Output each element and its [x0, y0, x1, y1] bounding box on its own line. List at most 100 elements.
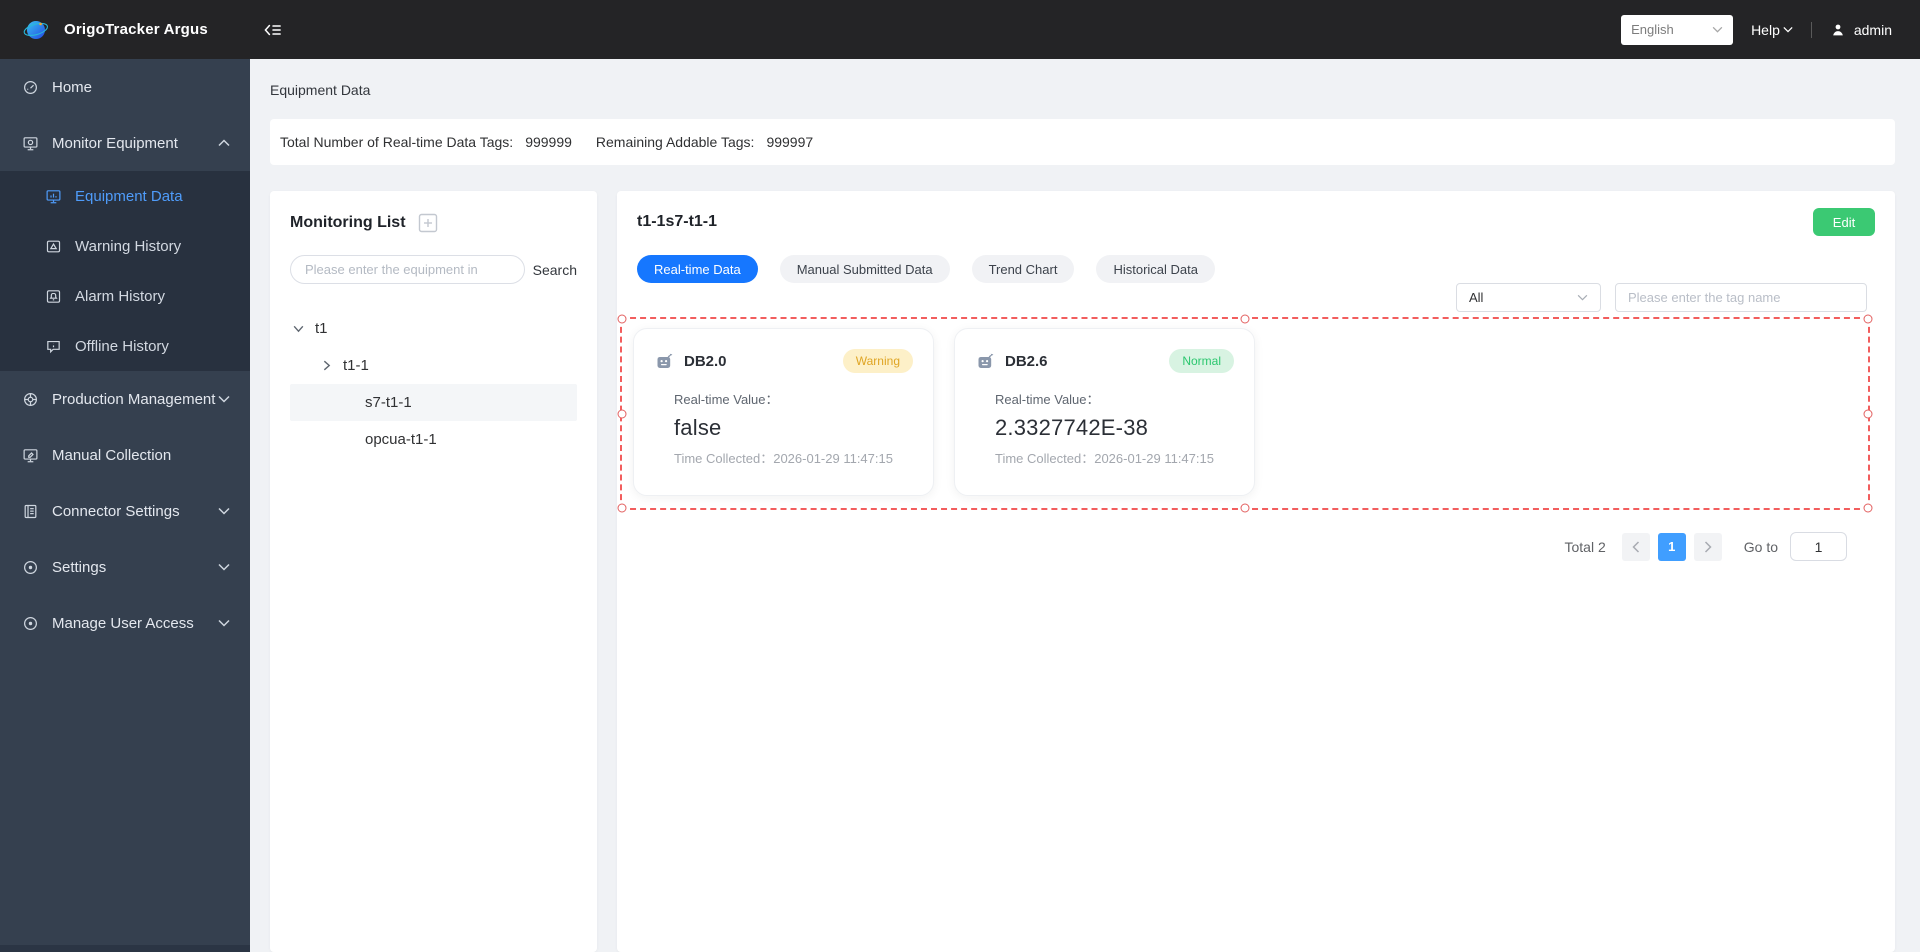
sidebar-item-monitor-equipment[interactable]: Monitor Equipment: [0, 115, 250, 171]
pagination-prev-button[interactable]: [1621, 532, 1650, 561]
username: admin: [1853, 21, 1892, 38]
main-content: Equipment Data Total Number of Real-time…: [250, 59, 1920, 952]
tree-node-label: opcua-t1-1: [365, 431, 437, 448]
sidebar-item-label: Home: [52, 78, 93, 96]
sidebar-item-manage-user-access[interactable]: Manage User Access: [0, 595, 250, 651]
monitoring-list-panel: Monitoring List Search: [270, 191, 597, 952]
app-window: OrigoTracker Argus English Help admin Ho…: [0, 0, 1920, 952]
app-logo-icon: [22, 16, 50, 44]
pagination: Total 2 1 Go to: [1564, 532, 1847, 561]
pagination-goto-input[interactable]: [1790, 532, 1847, 561]
status-badge: Normal: [1169, 349, 1234, 373]
chevron-down-icon: [1712, 26, 1723, 33]
pagination-total: Total 2: [1564, 538, 1606, 555]
monitor-edit-icon: [22, 447, 39, 464]
topbar-right: English Help admin: [1621, 14, 1920, 45]
value-label: Real-time Value：: [995, 392, 1100, 407]
sidebar-item-offline-history[interactable]: Offline History: [0, 321, 250, 371]
time-label: Time Collected：: [995, 451, 1095, 466]
selection-handle[interactable]: [617, 314, 627, 324]
tab-trend-chart[interactable]: Trend Chart: [971, 255, 1075, 283]
robot-icon: [975, 351, 996, 372]
selection-handle[interactable]: [1863, 409, 1873, 418]
sidebar-item-production-management[interactable]: Production Management: [0, 371, 250, 427]
sidebar-item-manual-collection[interactable]: Manual Collection: [0, 427, 250, 483]
language-selected: English: [1631, 22, 1674, 37]
sidebar-item-label: Monitor Equipment: [52, 134, 178, 152]
remaining-tags-label: Remaining Addable Tags:: [595, 134, 755, 150]
chevron-down-icon[interactable]: [292, 322, 306, 336]
tag-type-select[interactable]: All: [1456, 283, 1601, 312]
sidebar-item-label: Manage User Access: [52, 614, 194, 632]
sidebar-item-warning-history[interactable]: Warning History: [0, 221, 250, 271]
tree-node-opcua-t1-1[interactable]: opcua-t1-1: [290, 421, 577, 458]
chevron-down-icon: [1783, 26, 1793, 33]
equipment-title: t1-1s7-t1-1: [637, 213, 718, 230]
tag-card-db2-6[interactable]: DB2.6 Normal Real-time Value： 2.3327742E…: [954, 328, 1255, 496]
user-icon: [1833, 24, 1843, 35]
tag-name-input[interactable]: [1615, 283, 1867, 312]
chevron-down-icon: [218, 563, 230, 571]
tag-card-db2-0[interactable]: DB2.0 Warning Real-time Value： false Tim…: [633, 328, 934, 496]
gauge-icon: [22, 79, 39, 96]
help-menu[interactable]: Help: [1751, 22, 1793, 38]
selection-handle[interactable]: [617, 503, 627, 513]
logo-wrap: OrigoTracker Argus: [0, 16, 208, 44]
detail-header: t1-1s7-t1-1 Edit: [637, 208, 1875, 236]
bell-icon: [45, 288, 62, 305]
chevron-right-icon[interactable]: [320, 359, 334, 373]
tree-node-t1[interactable]: t1: [290, 310, 577, 347]
selection-handle[interactable]: [617, 409, 627, 418]
pagination-next-button[interactable]: [1693, 532, 1722, 561]
edit-button[interactable]: Edit: [1813, 208, 1875, 236]
sidebar-item-label: Connector Settings: [52, 502, 180, 520]
card-header: DB2.6 Normal: [975, 349, 1234, 373]
tree-node-t1-1[interactable]: t1-1: [290, 347, 577, 384]
remaining-tags-value: 999997: [766, 134, 814, 150]
add-equipment-button[interactable]: [418, 213, 438, 233]
filter-row: All: [1456, 283, 1867, 312]
time-value: 2026-01-29 11:47:15: [773, 451, 893, 466]
robot-icon: [654, 351, 675, 372]
panels: Monitoring List Search: [270, 191, 1895, 952]
sidebar-item-connector-settings[interactable]: Connector Settings: [0, 483, 250, 539]
user-menu[interactable]: admin: [1830, 22, 1892, 38]
connector-icon: [22, 503, 39, 520]
sidebar-item-equipment-data[interactable]: Equipment Data: [0, 171, 250, 221]
language-select[interactable]: English: [1621, 14, 1734, 45]
sidebar-collapse-icon[interactable]: [264, 22, 282, 38]
topbar-divider: [1810, 21, 1812, 38]
selection-handle[interactable]: [1240, 314, 1250, 324]
tag-cards: DB2.0 Warning Real-time Value： false Tim…: [633, 328, 1255, 496]
sidebar-item-label: Production Management: [52, 390, 216, 408]
status-badge: Warning: [842, 349, 913, 373]
tag-name: DB2.0: [684, 352, 727, 370]
detail-tabs: Real-time Data Manual Submitted Data Tre…: [637, 255, 1215, 283]
sidebar-item-label: Equipment Data: [75, 187, 183, 205]
selection-handle[interactable]: [1863, 503, 1873, 513]
equipment-search-input[interactable]: [290, 255, 525, 284]
app-title: OrigoTracker Argus: [64, 21, 208, 38]
selection-region[interactable]: DB2.0 Warning Real-time Value： false Tim…: [617, 314, 1873, 513]
pagination-page-1[interactable]: 1: [1657, 532, 1686, 561]
tab-manual-submitted-data[interactable]: Manual Submitted Data: [779, 255, 950, 283]
tag-type-selected: All: [1469, 290, 1484, 305]
help-label: Help: [1751, 21, 1780, 38]
selection-handle[interactable]: [1240, 503, 1250, 513]
selection-handle[interactable]: [1863, 314, 1873, 324]
tag-value: 2.3327742E-38: [995, 415, 1149, 440]
sidebar-item-alarm-history[interactable]: Alarm History: [0, 271, 250, 321]
tree-node-label: t1: [315, 320, 328, 337]
sidebar-item-settings[interactable]: Settings: [0, 539, 250, 595]
monitor-icon: [22, 135, 39, 152]
sidebar-item-label: Settings: [52, 558, 107, 576]
value-label: Real-time Value：: [674, 392, 779, 407]
equipment-search-button[interactable]: Search: [533, 262, 577, 278]
chevron-left-icon: [1632, 540, 1639, 553]
sidebar-item-home[interactable]: Home: [0, 59, 250, 115]
tab-real-time-data[interactable]: Real-time Data: [637, 255, 758, 283]
tab-historical-data[interactable]: Historical Data: [1096, 255, 1215, 283]
circle-dot-icon: [22, 559, 39, 576]
total-tags-value: 999999: [525, 134, 572, 150]
tree-node-s7-t1-1[interactable]: s7-t1-1: [290, 384, 577, 421]
